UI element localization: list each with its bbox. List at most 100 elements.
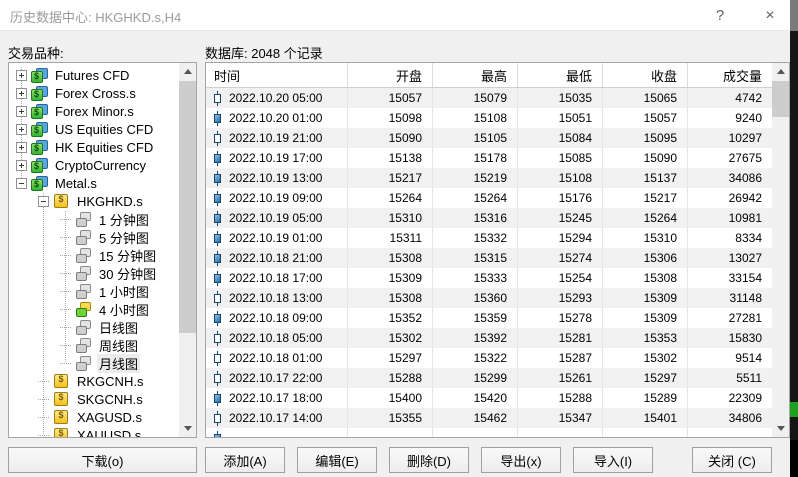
tree-item[interactable]: 4 小时图: [9, 300, 179, 318]
table-row[interactable]: 2022.10.18 21:00 15308 15315 15274 15306…: [206, 248, 772, 268]
table-row[interactable]: 2022.10.19 13:00 15217 15219 15108 15137…: [206, 168, 772, 188]
tree-expander[interactable]: [16, 70, 27, 81]
cell-volume: 13027: [688, 248, 772, 268]
cell-volume: 33154: [688, 268, 772, 288]
table-row[interactable]: 2022.10.18 17:00 15309 15333 15254 15308…: [206, 268, 772, 288]
tree-item[interactable]: 日线图: [9, 318, 179, 336]
tree-item[interactable]: CryptoCurrency: [9, 156, 179, 174]
tree-item[interactable]: Forex Minor.s: [9, 102, 179, 120]
cell-close: 15302: [603, 348, 688, 368]
cell-open: 15288: [348, 368, 433, 388]
edit-button[interactable]: 编辑(E): [297, 447, 377, 473]
tree-item[interactable]: 30 分钟图: [9, 264, 179, 282]
tree-item[interactable]: HKGHKD.s: [9, 192, 179, 210]
cell-low: 15035: [518, 88, 603, 108]
table-row[interactable]: 2022.10.18 13:00 15308 15360 15293 15309…: [206, 288, 772, 308]
tree-expander[interactable]: [16, 142, 27, 153]
table-row[interactable]: [206, 428, 772, 437]
table-row[interactable]: 2022.10.19 21:00 15090 15105 15084 15095…: [206, 128, 772, 148]
candle-icon: [213, 431, 222, 438]
scroll-down-icon[interactable]: [179, 420, 196, 437]
tree-item[interactable]: 15 分钟图: [9, 246, 179, 264]
db-icon: [75, 266, 92, 281]
cell-low: 15245: [518, 208, 603, 228]
tree-scrollbar-thumb[interactable]: [179, 81, 196, 333]
tree-item[interactable]: XAUUSD.s: [9, 426, 179, 437]
column-header-volume[interactable]: 成交量: [688, 63, 772, 87]
tree-item[interactable]: 1 分钟图: [9, 210, 179, 228]
tree-item[interactable]: 5 分钟图: [9, 228, 179, 246]
table-row[interactable]: 2022.10.19 01:00 15311 15332 15294 15310…: [206, 228, 772, 248]
download-button[interactable]: 下载(o): [8, 447, 197, 473]
table-scrollbar-thumb[interactable]: [772, 81, 789, 117]
cell-low: 15281: [518, 328, 603, 348]
column-header-low[interactable]: 最低: [518, 63, 603, 87]
tree-expander: [60, 250, 71, 261]
table-row[interactable]: 2022.10.18 05:00 15302 15392 15281 15353…: [206, 328, 772, 348]
tree-item[interactable]: HK Equities CFD: [9, 138, 179, 156]
folder-icon: [31, 158, 48, 173]
table-row[interactable]: 2022.10.17 14:00 15355 15462 15347 15401…: [206, 408, 772, 428]
table-row[interactable]: 2022.10.18 01:00 15297 15322 15287 15302…: [206, 348, 772, 368]
table-row[interactable]: 2022.10.18 09:00 15352 15359 15278 15309…: [206, 308, 772, 328]
tree-scrollbar[interactable]: [179, 63, 196, 437]
column-header-high[interactable]: 最高: [433, 63, 518, 87]
cell-open: 15138: [348, 148, 433, 168]
cell-time: 2022.10.18 05:00: [229, 331, 322, 345]
candle-icon: [213, 151, 222, 166]
column-header-open[interactable]: 开盘: [348, 63, 433, 87]
tree-item-label: 1 小时图: [97, 282, 151, 301]
column-header-time[interactable]: 时间: [206, 63, 348, 87]
add-button[interactable]: 添加(A): [205, 447, 285, 473]
tree-item[interactable]: RKGCNH.s: [9, 372, 179, 390]
candle-icon: [213, 311, 222, 326]
tree-item[interactable]: Futures CFD: [9, 66, 179, 84]
tree-item[interactable]: 1 小时图: [9, 282, 179, 300]
tree-item[interactable]: 月线图: [9, 354, 179, 372]
tree-item[interactable]: Metal.s: [9, 174, 179, 192]
tree-expander[interactable]: [16, 178, 27, 189]
cell-close: 15306: [603, 248, 688, 268]
tree-item[interactable]: SKGCNH.s: [9, 390, 179, 408]
tree-item[interactable]: US Equities CFD: [9, 120, 179, 138]
tree-expander[interactable]: [16, 160, 27, 171]
table-row[interactable]: 2022.10.19 09:00 15264 15264 15176 15217…: [206, 188, 772, 208]
tree-item[interactable]: XAGUSD.s: [9, 408, 179, 426]
export-button[interactable]: 导出(x): [481, 447, 561, 473]
cell-low: 15084: [518, 128, 603, 148]
close-icon[interactable]: ×: [748, 0, 792, 31]
table-scrollbar[interactable]: [772, 63, 789, 437]
tree-item[interactable]: 周线图: [9, 336, 179, 354]
tree-item[interactable]: Forex Cross.s: [9, 84, 179, 102]
tree-item-label: CryptoCurrency: [53, 158, 148, 173]
db-icon: [75, 248, 92, 263]
table-row[interactable]: 2022.10.17 22:00 15288 15299 15261 15297…: [206, 368, 772, 388]
column-header-close[interactable]: 收盘: [603, 63, 688, 87]
import-button[interactable]: 导入(I): [573, 447, 653, 473]
symbol-tree-panel: Futures CFD Forex Cross.s Forex Minor.s …: [8, 62, 197, 438]
tree-item-label: XAUUSD.s: [75, 428, 143, 438]
close-button[interactable]: 关闭 (C): [692, 447, 772, 473]
table-row[interactable]: 2022.10.20 01:00 15098 15108 15051 15057…: [206, 108, 772, 128]
table-row[interactable]: 2022.10.20 05:00 15057 15079 15035 15065…: [206, 88, 772, 108]
tree-expander[interactable]: [38, 196, 49, 207]
delete-button[interactable]: 删除(D): [389, 447, 469, 473]
tree-item-label: Forex Minor.s: [53, 104, 136, 119]
scroll-down-icon[interactable]: [772, 420, 789, 437]
scroll-up-icon[interactable]: [772, 63, 789, 80]
cell-high: 15420: [433, 388, 518, 408]
tree-expander[interactable]: [16, 106, 27, 117]
cell-volume: 15830: [688, 328, 772, 348]
dbactive-icon: [75, 302, 92, 317]
tree-item-label: Metal.s: [53, 176, 99, 191]
cell-volume: 22309: [688, 388, 772, 408]
table-row[interactable]: 2022.10.19 05:00 15310 15316 15245 15264…: [206, 208, 772, 228]
cell-time: 2022.10.19 09:00: [229, 191, 322, 205]
table-row[interactable]: 2022.10.19 17:00 15138 15178 15085 15090…: [206, 148, 772, 168]
tree-expander[interactable]: [16, 124, 27, 135]
tree-expander[interactable]: [16, 88, 27, 99]
cell-low: 15287: [518, 348, 603, 368]
table-row[interactable]: 2022.10.17 18:00 15400 15420 15288 15289…: [206, 388, 772, 408]
scroll-up-icon[interactable]: [179, 63, 196, 80]
help-button[interactable]: ?: [698, 0, 742, 31]
